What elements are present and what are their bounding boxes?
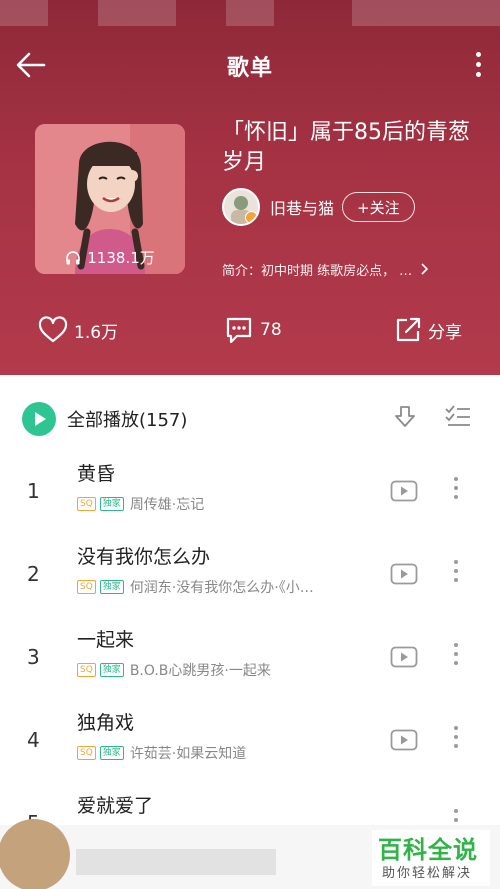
song-title: 独角戏	[77, 712, 135, 734]
page-title: 歌单	[226, 56, 273, 81]
song-title: 没有我你怎么办	[77, 546, 211, 568]
comment-icon	[226, 317, 252, 344]
song-row[interactable]: 3 一起来 SQ 独家 B.O.B心跳男孩·一起来	[0, 615, 500, 698]
song-row[interactable]: 1 黄昏 SQ 独家 周传雄·忘记	[0, 449, 500, 532]
watermark: 百科全说 助你轻松解决	[372, 830, 490, 886]
song-artist-album: B.O.B心跳男孩·一起来	[129, 663, 271, 679]
song-index: 1	[27, 478, 40, 503]
song-more-icon[interactable]	[452, 726, 460, 752]
sq-tag: SQ	[77, 746, 96, 760]
follow-button[interactable]: +关注	[342, 192, 415, 222]
song-title: 一起来	[77, 629, 135, 651]
creator-name[interactable]: 旧巷与猫	[270, 195, 334, 219]
watermark-subtitle: 助你轻松解决	[382, 866, 473, 881]
exclusive-tag: 独家	[99, 663, 124, 677]
mini-player-cover[interactable]	[0, 819, 70, 889]
mv-play-icon[interactable]	[390, 479, 418, 507]
song-row[interactable]: 4 独角戏 SQ 独家 许茹芸·如果云知道	[0, 698, 500, 781]
play-count: 1138.1万	[35, 247, 185, 268]
song-meta: SQ 独家 B.O.B心跳男孩·一起来	[77, 660, 377, 680]
mv-play-icon[interactable]	[390, 562, 418, 590]
headphones-icon	[66, 251, 81, 265]
watermark-title: 百科全说	[378, 836, 478, 864]
song-meta: SQ 独家 何润东·没有我你怎么办·《小…	[77, 577, 377, 597]
exclusive-tag: 独家	[99, 746, 124, 760]
playlist-header: 歌单 1138.1万 「怀旧」属于85后的青葱岁月 旧巷与猫 +关注 简介：初中…	[0, 0, 500, 375]
share-button[interactable]: 分享	[394, 312, 462, 348]
song-artist-album: 周传雄·忘记	[129, 497, 205, 513]
chevron-right-icon	[421, 263, 429, 275]
song-index: 3	[27, 644, 40, 669]
playlist-cover[interactable]: 1138.1万	[35, 124, 185, 274]
song-more-icon[interactable]	[452, 560, 460, 586]
download-icon[interactable]	[392, 404, 418, 434]
mv-play-icon[interactable]	[390, 645, 418, 673]
status-blur	[0, 0, 48, 26]
play-count-value: 1138.1万	[87, 249, 155, 267]
action-bar: 1.6万 78 分享	[0, 312, 500, 348]
mini-player-blur	[76, 849, 276, 875]
creator-avatar[interactable]	[222, 188, 260, 226]
verified-badge-icon	[245, 211, 258, 224]
song-row[interactable]: 2 没有我你怎么办 SQ 独家 何润东·没有我你怎么办·《小…	[0, 532, 500, 615]
song-more-icon[interactable]	[452, 477, 460, 503]
more-vertical-icon[interactable]	[474, 52, 482, 80]
song-index: 4	[27, 727, 40, 752]
status-blur	[352, 0, 500, 26]
heart-icon	[38, 316, 68, 343]
song-more-icon[interactable]	[452, 643, 460, 669]
playlist-title: 「怀旧」属于85后的青葱岁月	[222, 120, 470, 175]
sq-tag: SQ	[77, 497, 96, 511]
play-all-icon[interactable]	[22, 402, 56, 436]
playlist-intro[interactable]: 简介：初中时期 练歌房必点，…	[222, 260, 482, 279]
exclusive-tag: 独家	[99, 497, 124, 511]
sq-tag: SQ	[77, 580, 96, 594]
multi-select-icon[interactable]	[444, 404, 472, 434]
intro-text: 简介：初中时期 练歌房必点，	[222, 264, 396, 279]
status-blur	[226, 0, 274, 26]
song-title: 黄昏	[77, 463, 116, 485]
sq-tag: SQ	[77, 663, 96, 677]
exclusive-tag: 独家	[99, 580, 124, 594]
share-icon	[396, 317, 421, 342]
song-index: 2	[27, 561, 40, 586]
status-blur	[98, 0, 176, 26]
play-all-button[interactable]: 全部播放(157)	[67, 406, 187, 432]
song-meta: SQ 独家 周传雄·忘记	[77, 494, 377, 514]
comment-count: 78	[260, 320, 282, 340]
creator-row: 旧巷与猫 +关注	[222, 188, 415, 226]
list-toolbar: 全部播放(157)	[0, 375, 500, 455]
mv-play-icon[interactable]	[390, 728, 418, 756]
song-artist-album: 许茹芸·如果云知道	[129, 746, 247, 762]
like-button[interactable]: 1.6万	[38, 312, 118, 348]
song-meta: SQ 独家 许茹芸·如果云知道	[77, 743, 377, 763]
song-artist-album: 何润东·没有我你怎么办·《小…	[129, 580, 314, 596]
like-count: 1.6万	[74, 322, 119, 343]
share-label: 分享	[428, 322, 462, 343]
comment-button[interactable]: 78	[224, 312, 282, 348]
status-bar	[0, 0, 500, 26]
song-title: 爱就爱了	[77, 795, 154, 817]
